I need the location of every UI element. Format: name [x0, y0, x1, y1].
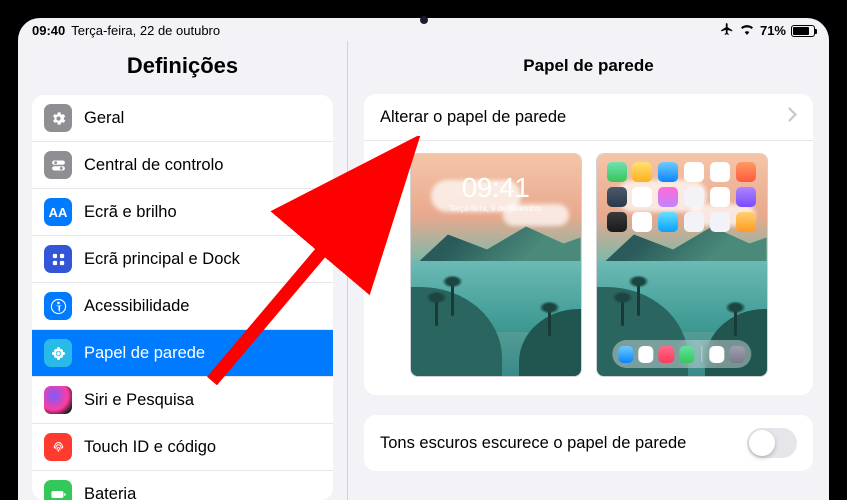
sidebar-item-display[interactable]: AA Ecrã e brilho [32, 189, 333, 236]
sidebar-item-label: Papel de parede [84, 344, 205, 363]
choose-wallpaper-row[interactable]: Alterar o papel de parede [364, 94, 813, 141]
sidebar-item-label: Touch ID e código [84, 438, 216, 457]
dark-mode-label: Tons escuros escurece o papel de parede [380, 434, 686, 453]
sidebar-item-label: Central de controlo [84, 156, 223, 175]
wallpaper-card: Alterar o papel de parede [364, 94, 813, 395]
home-dock [612, 340, 751, 368]
lockscreen-time: 09:41 [411, 172, 581, 204]
lockscreen-preview[interactable]: 09:41 Terça-feira, 9 de setembro [410, 153, 582, 377]
lockscreen-date: Terça-feira, 9 de setembro [411, 204, 581, 213]
sidebar: Definições Geral Central de controlo [18, 41, 348, 500]
wifi-icon [739, 23, 755, 38]
camera-notch [420, 16, 428, 24]
sidebar-item-control-center[interactable]: Central de controlo [32, 142, 333, 189]
accessibility-icon [44, 292, 72, 320]
sidebar-title: Definições [18, 41, 347, 95]
sidebar-item-label: Bateria [84, 485, 136, 500]
sidebar-item-label: Geral [84, 109, 124, 128]
battery-icon [791, 25, 815, 37]
sidebar-item-accessibility[interactable]: Acessibilidade [32, 283, 333, 330]
sidebar-item-battery[interactable]: Bateria [32, 471, 333, 500]
device-frame: 09:40 Terça-feira, 22 de outubro 71% Def… [0, 0, 847, 500]
sidebar-item-siri[interactable]: Siri e Pesquisa [32, 377, 333, 424]
screen: 09:40 Terça-feira, 22 de outubro 71% Def… [18, 18, 829, 500]
dark-mode-toggle-row[interactable]: Tons escuros escurece o papel de parede [364, 415, 813, 471]
display-icon: AA [44, 198, 72, 226]
battery-icon [44, 480, 72, 500]
sidebar-item-touchid[interactable]: Touch ID e código [32, 424, 333, 471]
home-app-grid [607, 162, 757, 232]
sidebar-item-general[interactable]: Geral [32, 95, 333, 142]
sidebar-item-label: Ecrã principal e Dock [84, 250, 240, 269]
siri-icon [44, 386, 72, 414]
sidebar-item-label: Acessibilidade [84, 297, 189, 316]
gear-icon [44, 104, 72, 132]
homescreen-preview[interactable] [596, 153, 768, 377]
dark-mode-card: Tons escuros escurece o papel de parede [364, 415, 813, 471]
choose-wallpaper-label: Alterar o papel de parede [380, 108, 566, 127]
airplane-icon [720, 22, 734, 39]
sidebar-item-home-dock[interactable]: Ecrã principal e Dock [32, 236, 333, 283]
sidebar-item-label: Siri e Pesquisa [84, 391, 194, 410]
dark-mode-footer: Quando a opção Tons escuros está ativa, … [364, 491, 813, 500]
main-panel: Papel de parede Alterar o papel de pared… [348, 41, 829, 500]
battery-percent: 71% [760, 23, 786, 38]
sidebar-list: Geral Central de controlo AA Ecrã e bril… [32, 95, 333, 500]
sidebar-item-label: Ecrã e brilho [84, 203, 177, 222]
main-title: Papel de parede [348, 41, 829, 94]
wallpaper-preview-area: 09:41 Terça-feira, 9 de setembro [364, 141, 813, 395]
grid-icon [44, 245, 72, 273]
chevron-right-icon [788, 107, 797, 127]
toggles-icon [44, 151, 72, 179]
flower-icon [44, 339, 72, 367]
status-time: 09:40 [32, 23, 65, 38]
sidebar-item-wallpaper[interactable]: Papel de parede [32, 330, 333, 377]
fingerprint-icon [44, 433, 72, 461]
status-date: Terça-feira, 22 de outubro [71, 23, 220, 38]
dark-mode-toggle[interactable] [747, 428, 797, 458]
